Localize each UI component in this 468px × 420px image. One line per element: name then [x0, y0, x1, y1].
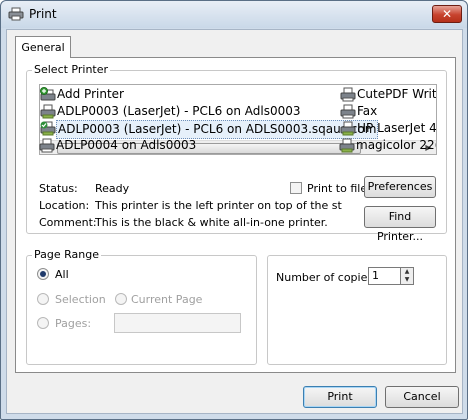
printer-label: CutePDF Writ — [357, 87, 437, 101]
all-label[interactable]: All — [55, 268, 69, 281]
print-button[interactable]: Print — [303, 386, 377, 408]
fax-icon — [340, 104, 356, 119]
list-item[interactable]: magicolor 22( — [339, 137, 436, 154]
printer-label: HP LaserJet 4 — [357, 121, 437, 135]
add-printer-icon — [40, 87, 56, 101]
printer-label: Add Printer — [57, 87, 124, 101]
printer-label: ADLP0003 (LaserJet) - PCL6 on Adls0003 — [57, 104, 301, 118]
copies-input[interactable]: 1 — [368, 267, 401, 285]
page-range-legend: Page Range — [32, 248, 101, 261]
current-page-radio[interactable] — [115, 293, 127, 305]
selection-radio[interactable] — [37, 293, 49, 305]
status-value: Ready — [95, 182, 130, 195]
printer-label: ADLP0004 on Adls0003 — [56, 138, 197, 152]
general-tab-panel: Select Printer Add Printer ADLP0003 (Las… — [15, 57, 456, 373]
printer-label: magicolor 22( — [356, 138, 436, 152]
printer-icon — [8, 7, 24, 21]
find-printer-button[interactable]: Find Printer... — [364, 206, 436, 243]
pages-label[interactable]: Pages: — [55, 317, 91, 330]
comment-value: This is the black & white all-in-one pri… — [95, 216, 328, 229]
printer-icon — [340, 121, 356, 136]
printer-label: Fax — [357, 104, 378, 118]
pages-radio[interactable] — [37, 317, 49, 329]
window-title: Print — [29, 7, 57, 21]
print-to-file-label[interactable]: Print to file — [307, 182, 367, 195]
preferences-button[interactable]: Preferences — [364, 176, 436, 198]
page-range-group: Page Range All Selection Current Page Pa… — [26, 248, 257, 365]
select-printer-group: Select Printer Add Printer ADLP0003 (Las… — [26, 63, 447, 243]
printer-icon — [40, 104, 56, 119]
pages-input[interactable] — [114, 313, 241, 333]
spin-down-icon[interactable]: ▼ — [401, 276, 413, 284]
tab-general[interactable]: General — [15, 36, 71, 58]
title-bar: Print ✕ — [1, 1, 467, 28]
printer-icon — [339, 138, 355, 153]
copies-stepper[interactable]: ▲ ▼ — [400, 267, 414, 285]
default-printer-icon — [40, 121, 56, 136]
comment-label: Comment: — [39, 216, 97, 229]
location-label: Location: — [39, 199, 90, 212]
status-label: Status: — [39, 182, 78, 195]
spin-up-icon[interactable]: ▲ — [401, 268, 413, 276]
printer-icon — [340, 87, 356, 102]
close-button[interactable]: ✕ — [432, 5, 462, 23]
select-printer-legend: Select Printer — [32, 63, 111, 76]
print-to-file-checkbox[interactable] — [290, 182, 302, 194]
current-page-label[interactable]: Current Page — [131, 293, 202, 306]
print-dialog: Print ✕ General Select Printer Add Print… — [0, 0, 468, 420]
selection-label[interactable]: Selection — [55, 293, 106, 306]
dialog-body: General Select Printer Add Printer ADLP0… — [6, 29, 463, 414]
cancel-button[interactable]: Cancel — [385, 386, 459, 408]
copies-group: Number of copies: 1 ▲ ▼ — [267, 255, 447, 365]
copies-label: Number of copies: — [276, 271, 377, 284]
location-value: This printer is the left printer on top … — [95, 199, 342, 212]
all-radio[interactable] — [37, 268, 49, 280]
printer-icon — [39, 138, 55, 153]
